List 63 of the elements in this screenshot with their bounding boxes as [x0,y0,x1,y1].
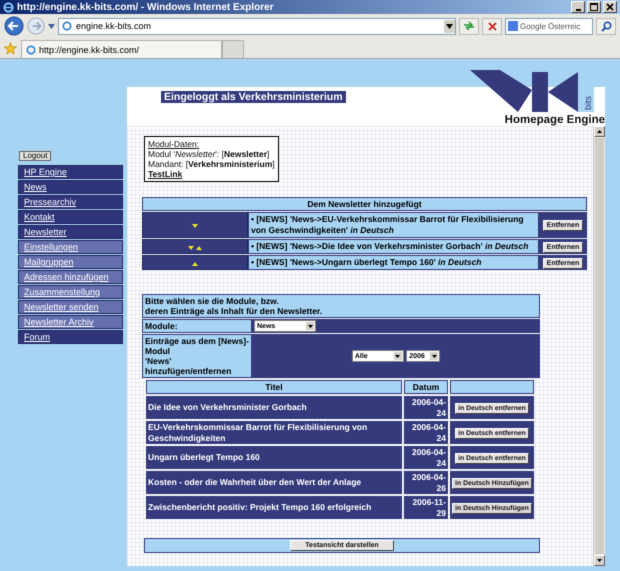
page-globe-icon [62,21,72,31]
table-cell: 2006-11-29 [404,496,448,519]
module-detail: Modul 'Newsletter': [Newsletter] [148,149,270,159]
column-header: Titel [146,380,402,394]
table-cell: Zwischenbericht positiv: Projekt Tempo 160 erfolgreich [146,496,402,519]
table-cell: Die Idee von Verkehrsminister Gorbach [146,396,402,419]
move-up-icon[interactable] [192,262,198,266]
table-cell: • [NEWS] 'News->EU-Verkehrskommissar Barrot für Flexibilisierung von Geschwindigkeiten' in Deutsch [248,212,539,238]
nav-link[interactable]: Newsletter senden [18,300,123,314]
column-header: Datum [404,380,448,394]
login-banner: Eingeloggt als Verkehrsministerium [161,91,346,103]
caret-icon[interactable] [394,352,402,360]
nav-link[interactable]: Zusammenstellung [18,285,123,299]
page-globe-icon [26,44,36,54]
search-field[interactable]: Google Österreic [505,18,593,34]
table-cell: • [NEWS] 'News->Die Idee von Verkehrsminister Gorbach' in Deutsch [248,239,539,254]
scrollbar[interactable] [593,126,605,566]
table-cell: 2006-04-24 [404,396,448,419]
test-link[interactable]: TestLink [148,169,275,179]
stop-icon[interactable] [482,18,502,34]
nav-link[interactable]: Newsletter Archiv [18,315,123,329]
table-cell: 2006-04-26 [404,471,448,494]
nav-link[interactable]: HP Engine [18,165,123,179]
nav-link[interactable]: Einstellungen [18,240,123,254]
nav-link[interactable]: News [18,180,123,194]
nav-link[interactable]: Forum [18,330,123,344]
browser-logo-icon [3,2,14,12]
nav-link[interactable]: Adressen hinzufügen [18,270,123,284]
search-icon[interactable] [596,18,616,34]
favorites-star-icon[interactable] [4,42,17,54]
table-cell: Einträge aus dem [News]- Modul 'News' hinzufügen/entfernen [142,334,252,378]
table-cell: Kosten - oder die Wahrheit über den Wert der Anlage [146,471,402,494]
nav-link[interactable]: Pressearchiv [18,195,123,209]
table-cell: 2006-04-24 [404,446,448,469]
back-icon[interactable] [4,16,24,36]
scroll-up-icon[interactable] [594,126,605,137]
nav-link[interactable]: Mailgruppen [18,255,123,269]
move-down-icon[interactable] [188,246,194,250]
table-cell: Module: [142,319,252,333]
browser-tab[interactable]: http://engine.kk-bits.com/ [21,40,222,58]
module-detail: Mandant: [Verkehrsministerium] [148,159,275,169]
scroll-down-icon[interactable] [594,555,605,566]
caret-icon[interactable] [444,20,455,32]
table-cell: • [NEWS] 'News->Ungarn überlegt Tempo 160' in Deutsch [248,255,539,270]
close-icon[interactable] [603,1,617,13]
table-cell: EU-Verkehrskommissar Barrot für Flexibilisierung von Geschwindigkeiten [146,421,402,444]
move-down-icon[interactable] [192,224,198,228]
logout-button[interactable]: Logout [19,151,52,161]
table-cell: Bitte wählen sie die Module, bzw. deren Einträge als Inhalt für den Newsletter. [142,294,540,318]
dropdown-caret-icon[interactable] [48,24,55,28]
window-title: http://engine.kk-bits.com/ - Windows Internet Explorer [17,2,275,12]
nav-link[interactable]: Kontakt [18,210,123,224]
module-heading: Modul-Daten: [148,139,200,149]
table-cell: Ungarn überlegt Tempo 160 [146,446,402,469]
caret-icon[interactable] [430,352,438,360]
table-cell: 2006-04-24 [404,421,448,444]
nav-link[interactable]: Newsletter [18,225,123,239]
caret-icon[interactable] [306,322,314,330]
maximize-icon[interactable] [587,1,601,13]
table-header: Dem Newsletter hinzugefügt [142,197,587,211]
move-up-icon[interactable] [196,246,202,250]
minimize-icon[interactable] [571,1,585,13]
address-field[interactable]: engine.kk-bits.com [58,18,456,34]
